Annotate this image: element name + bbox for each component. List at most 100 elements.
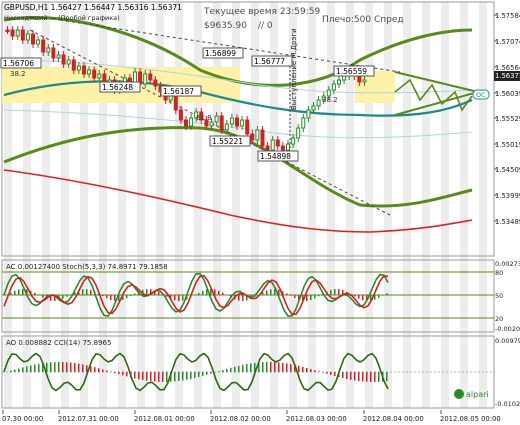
price-tick-label: 1.54509 [495, 166, 520, 174]
ac-bar [126, 295, 128, 299]
ao-bar [326, 372, 328, 374]
ac-bar [198, 292, 200, 295]
price-box-2[interactable]: 1.56248 [99, 81, 141, 93]
session-band [308, 2, 316, 408]
candle-body [97, 73, 102, 79]
ao-bar [114, 372, 116, 373]
cci-axis-label: 0.009798 [495, 337, 520, 345]
ao-bar [34, 364, 36, 372]
price-tick-label: 1.57074 [495, 38, 520, 46]
ao-bar [26, 366, 28, 372]
session-band [175, 2, 183, 408]
ao-bar [146, 372, 148, 381]
ac-bar [222, 292, 224, 295]
price-box-5[interactable]: 1.56777 [251, 55, 293, 67]
candle-body [337, 79, 341, 85]
candle-body [240, 119, 245, 127]
session-band [99, 2, 107, 408]
ac-bar [382, 295, 384, 296]
price-box-3[interactable]: 1.56187 [160, 85, 202, 97]
svg-text:1.56706: 1.56706 [3, 59, 34, 68]
ao-bar [286, 363, 288, 372]
ao-bar [38, 363, 40, 372]
candle-body [20, 29, 25, 41]
price-box-4[interactable]: 1.56899 [202, 47, 244, 59]
ao-bar [334, 372, 336, 377]
ac-bar [306, 295, 308, 301]
ac-bar [62, 295, 64, 299]
candle-body [275, 139, 280, 147]
candle-body [51, 47, 56, 59]
ac-bar [318, 295, 320, 297]
price-axis: 1.57584 1.57074 1.565641.56371 1.56039 1.555… [494, 12, 520, 226]
ac-bar [130, 295, 132, 296]
svg-text:alpari: alpari [466, 390, 489, 399]
candle-body [41, 39, 46, 53]
session-band [441, 2, 449, 408]
ao-bar [122, 372, 124, 376]
candle-body [209, 121, 214, 127]
stoch-axis-label: 80 [495, 269, 503, 277]
svg-text:OC: OC [476, 91, 486, 99]
candle-body [265, 145, 270, 151]
ao-bar [218, 371, 220, 372]
ao-bar [74, 363, 76, 372]
trend-label[interactable]: OC [472, 89, 490, 100]
ac-bar [70, 294, 72, 295]
candle-body [306, 109, 311, 119]
current-price-label: 1.56371 [495, 72, 520, 80]
candle-body [270, 139, 275, 151]
cci-title: AO 0.008882 CCI(14) 75.8965 [6, 339, 111, 347]
price-tick-label: 1.56564 [495, 64, 520, 72]
ao-bar [270, 362, 272, 372]
ao-bar [242, 364, 244, 372]
session-band [460, 2, 468, 408]
candle-body [178, 109, 183, 121]
candle-body [286, 143, 290, 151]
shoulder-spread: Плечо:500 Спред [322, 15, 404, 25]
fib-label-3: 38.2 [322, 96, 338, 104]
time-tick-label: 2012.07.31 00:00 [58, 415, 119, 423]
ac-bar [202, 290, 204, 295]
ao-bar [222, 370, 224, 372]
ac-bar [102, 295, 104, 297]
ac-bar [178, 295, 180, 301]
ao-bar [142, 372, 144, 381]
ao-bar [18, 368, 20, 372]
ao-bar [154, 372, 156, 382]
candle-body [173, 95, 178, 111]
ao-bar [14, 369, 16, 372]
price-box-6[interactable]: 1.55221 [209, 135, 251, 147]
price-box-8[interactable]: 1.56559 [333, 65, 375, 77]
ac-bar [114, 295, 116, 301]
session-band [194, 2, 202, 408]
candle-body [260, 129, 265, 147]
price-box-1[interactable]: 1.56706 [0, 57, 42, 69]
session-band [232, 2, 240, 408]
ac-bar [110, 295, 112, 300]
svg-text:1.56559: 1.56559 [336, 67, 367, 76]
ao-bar [262, 362, 264, 372]
ao-bar [234, 366, 236, 372]
ao-bar [314, 370, 316, 372]
candle-body [25, 33, 30, 41]
ao-bar [190, 372, 192, 379]
ac-bar [86, 289, 88, 295]
svg-text:1.56187: 1.56187 [163, 87, 194, 96]
ac-bar [42, 295, 44, 298]
ac-bar [362, 295, 364, 301]
svg-text:1.56899: 1.56899 [205, 49, 236, 58]
ao-bar [194, 372, 196, 378]
stoch-axis-label: 0.002734 [495, 260, 520, 268]
candle-body [342, 75, 347, 81]
ao-bar [186, 372, 188, 380]
session-band [422, 2, 430, 408]
price-box-7[interactable]: 1.54898 [257, 150, 299, 162]
ao-bar [226, 368, 228, 372]
stoch-title: AC 0.00127400 Stoch(5,3,3) 74.8971 79.18… [6, 263, 168, 271]
time-tick-label: 2012.08.04 00:00 [363, 415, 424, 423]
time-tick-label: 2012.08.05 00:00 [440, 415, 501, 423]
ao-bar [70, 362, 72, 372]
ao-bar [66, 362, 68, 372]
svg-text:1.56777: 1.56777 [254, 57, 285, 66]
